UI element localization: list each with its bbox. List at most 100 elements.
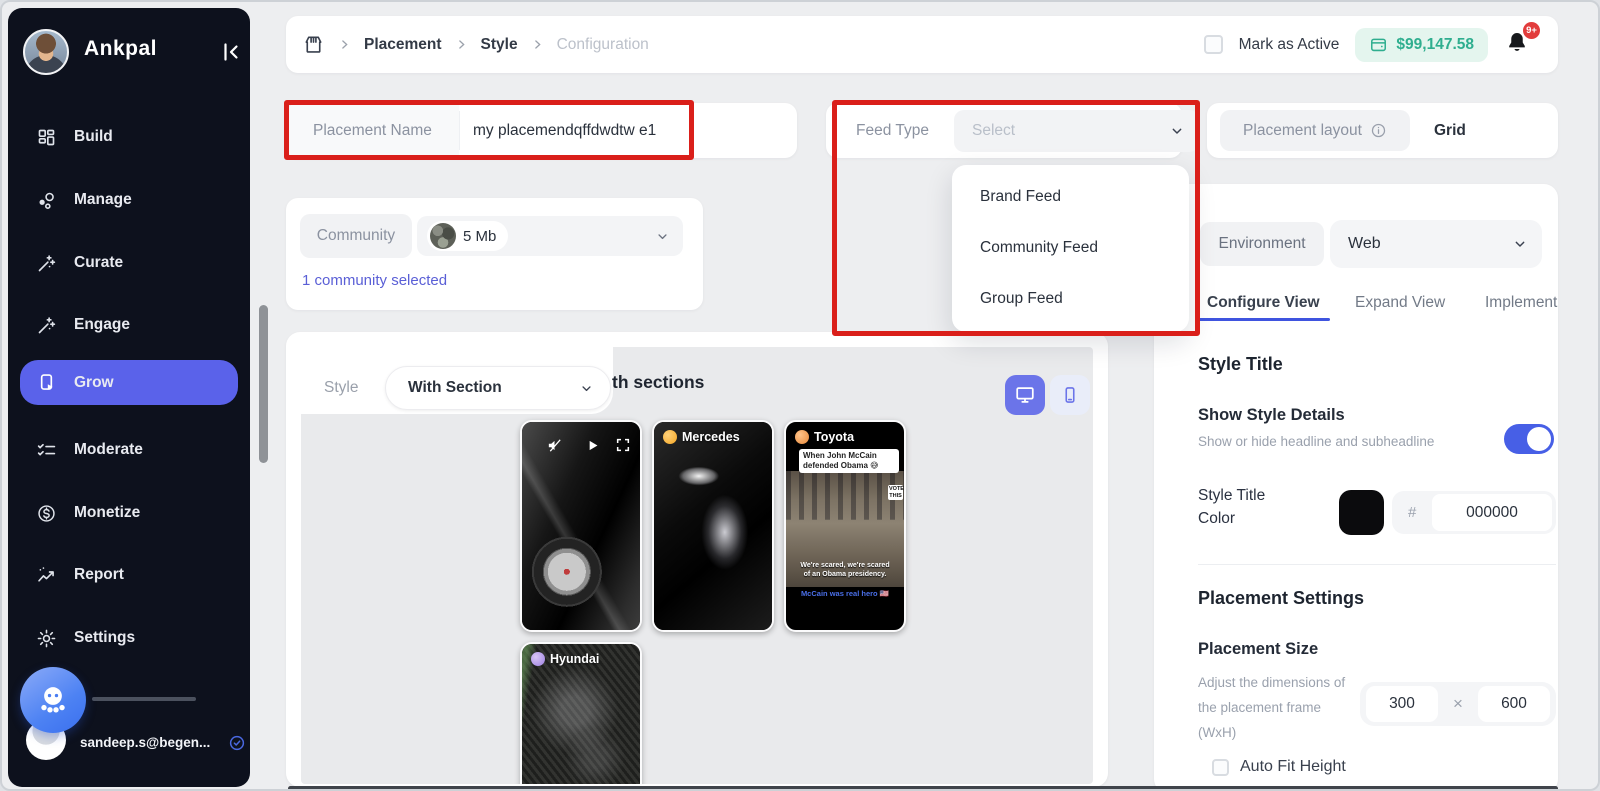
mobile-view-button[interactable] <box>1050 375 1090 415</box>
breadcrumb-style[interactable]: Style <box>481 36 518 54</box>
placement-size-label: Placement Size <box>1198 640 1318 659</box>
card-title: Hyundai <box>550 652 599 666</box>
phone-icon <box>1060 385 1080 405</box>
breadcrumb-configuration: Configuration <box>557 36 649 54</box>
dollar-circle-icon <box>36 503 57 524</box>
toyota-overlay-link: McCain was real hero 🇺🇸 <box>786 589 904 598</box>
top-bar: Placement Style Configuration Mark as Ac… <box>286 16 1558 73</box>
sidebar-item-label: Build <box>74 128 113 146</box>
mark-as-active-checkbox[interactable] <box>1204 35 1223 54</box>
toyota-overlay-line1: We're scared, we're scared <box>786 562 904 569</box>
breadcrumb-placement[interactable]: Placement <box>364 36 442 54</box>
community-selected-note[interactable]: 1 community selected <box>302 272 447 289</box>
sidebar-item-grow[interactable]: Grow <box>20 360 238 405</box>
verified-badge-icon <box>228 734 246 752</box>
preview-heading: th sections <box>612 372 704 393</box>
sidebar-item-manage[interactable]: Manage <box>20 180 238 220</box>
feed-type-option-community-feed[interactable]: Community Feed <box>952 222 1189 273</box>
sidebar-item-build[interactable]: Build <box>20 117 238 157</box>
placement-name-label: Placement Name <box>313 122 432 140</box>
sidebar-item-label: Manage <box>74 191 132 209</box>
style-title-color-input[interactable] <box>1432 504 1552 522</box>
community-select[interactable]: 5 Mb <box>417 216 683 256</box>
sidebar-item-engage[interactable]: Engage <box>20 305 238 345</box>
environment-value: Web <box>1348 235 1381 253</box>
toyota-caption-line2: defended Obama 😅 <box>803 461 895 471</box>
chevron-down-icon <box>1169 123 1185 139</box>
size-times-separator: × <box>1438 682 1478 726</box>
sidebar-item-report[interactable]: Report <box>20 555 238 595</box>
hex-hash-prefix: # <box>1408 491 1416 534</box>
toyota-corner-badge: VOTE THIS <box>888 485 903 500</box>
magic-wand-icon <box>36 253 57 274</box>
fullscreen-icon[interactable] <box>615 437 631 453</box>
style-title-color-swatch[interactable] <box>1339 490 1384 535</box>
mark-as-active-label: Mark as Active <box>1239 36 1340 54</box>
feed-type-option-group-feed[interactable]: Group Feed <box>952 273 1189 324</box>
balance-amount: $99,147.58 <box>1396 36 1474 54</box>
play-icon[interactable] <box>584 437 601 454</box>
video-card-hyundai[interactable]: Hyundai <box>520 642 642 784</box>
placement-layout-value[interactable]: Grid <box>1434 122 1466 140</box>
settings-panel: Environment Web Configure View Expand Vi… <box>1154 184 1558 791</box>
show-style-details-toggle[interactable] <box>1504 424 1554 454</box>
feed-type-dropdown-menu: Brand Feed Community Feed Group Feed <box>952 165 1189 332</box>
workspace-avatar[interactable] <box>23 29 69 75</box>
placement-settings-heading: Placement Settings <box>1198 588 1364 609</box>
style-title-heading: Style Title <box>1198 354 1283 375</box>
sidebar-item-label: Monetize <box>74 504 140 522</box>
feed-type-placeholder: Select <box>972 122 1015 140</box>
monitor-icon <box>1014 384 1036 406</box>
sidebar-item-curate[interactable]: Curate <box>20 243 238 283</box>
tab-implement[interactable]: Implement <box>1485 294 1557 312</box>
trend-chart-icon <box>36 565 57 586</box>
preview-panel: Mercedes Toyota When John McCain defende… <box>286 332 1108 787</box>
sidebar-item-label: Moderate <box>74 441 143 459</box>
placement-height-input[interactable] <box>1478 695 1550 713</box>
desktop-view-button[interactable] <box>1005 375 1045 415</box>
sidebar-collapse-icon[interactable] <box>218 40 242 64</box>
wallet-balance[interactable]: $99,147.58 <box>1355 28 1488 62</box>
feed-type-option-brand-feed[interactable]: Brand Feed <box>952 171 1189 222</box>
mute-icon[interactable] <box>546 437 563 454</box>
sidebar-item-moderate[interactable]: Moderate <box>20 430 238 470</box>
environment-select[interactable]: Web <box>1330 220 1542 268</box>
video-card-toyota[interactable]: Toyota When John McCain defended Obama 😅… <box>784 420 906 632</box>
feed-type-field: Feed Type Select <box>826 103 1182 158</box>
sidebar-item-settings[interactable]: Settings <box>20 618 238 658</box>
chevron-right-icon <box>531 38 544 51</box>
home-icon[interactable] <box>302 33 325 56</box>
active-tab-underline <box>1198 318 1330 321</box>
video-card-mercedes[interactable]: Mercedes <box>652 420 774 632</box>
tab-configure-view[interactable]: Configure View <box>1207 294 1320 312</box>
style-select[interactable]: With Section <box>385 366 611 410</box>
chevron-down-icon <box>579 381 594 396</box>
auto-fit-height-checkbox[interactable] <box>1212 759 1229 776</box>
app-window: Ankpal Build Manage Curate Engage Grow M… <box>0 0 1600 791</box>
toyota-overlay-line2: of an Obama presidency. <box>786 571 904 578</box>
placement-name-input[interactable] <box>473 122 785 140</box>
magic-wand-icon <box>36 315 57 336</box>
tab-expand-view[interactable]: Expand View <box>1355 294 1445 312</box>
viewport-bottom-edge <box>288 786 1558 791</box>
placement-layout-label: Placement layout <box>1243 122 1362 140</box>
page-scrollbar-thumb[interactable] <box>259 305 268 463</box>
community-field: Community 5 Mb 1 community selected <box>286 198 703 310</box>
notifications-button[interactable]: 9+ <box>1504 28 1534 62</box>
feed-type-select[interactable]: Select <box>954 110 1199 152</box>
style-label: Style <box>324 379 358 397</box>
section-divider <box>1198 564 1556 565</box>
grow-icon <box>36 372 57 393</box>
placement-name-field: Placement Name <box>286 103 797 158</box>
chevron-right-icon <box>455 38 468 51</box>
video-card-porsche[interactable] <box>520 420 642 632</box>
placement-width-input[interactable] <box>1366 695 1438 713</box>
environment-labelpill: Environment <box>1200 222 1324 266</box>
toyota-video-frame: VOTE THIS We're scared, we're scared of … <box>786 471 904 587</box>
style-select-value: With Section <box>408 379 502 397</box>
placement-layout-labelpill: Placement layout <box>1220 110 1410 151</box>
info-icon[interactable] <box>1370 122 1387 139</box>
assistant-octopus-button[interactable] <box>20 667 86 733</box>
chevron-down-icon <box>1512 236 1528 252</box>
sidebar-item-monetize[interactable]: Monetize <box>20 493 238 533</box>
